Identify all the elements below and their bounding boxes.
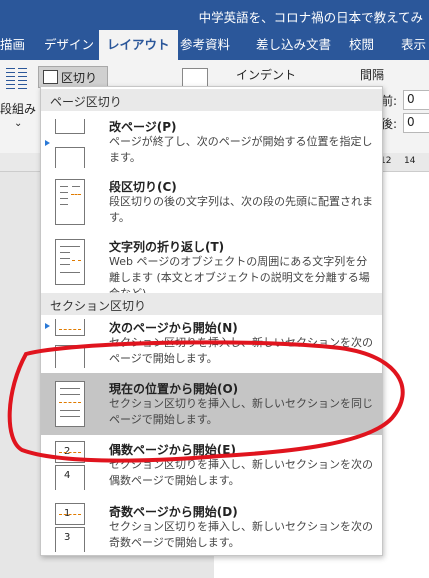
breaks-icon: [43, 70, 58, 84]
ruler-tick: 14: [404, 156, 416, 166]
menu-item-continuous[interactable]: 現在の位置から開始(O) セクション区切りを挿入し、新しいセクションを同じページ…: [41, 373, 382, 435]
marker-icon: [45, 140, 50, 146]
menu-item-title: 奇数ページから開始(D): [109, 505, 238, 519]
menu-item-title: 偶数ページから開始(E): [109, 443, 236, 457]
indent-label: インデント: [236, 68, 297, 82]
menu-item-page-break[interactable]: 改ページ(P) ページが終了し、次のページが開始する位置を指定します。: [41, 113, 382, 171]
menu-item-desc: セクション区切りを挿入し、新しいセクションを次の奇数ページで開始します。: [109, 520, 373, 549]
title-bar: 中学英語を、コロナ禍の日本で教えてみ: [0, 0, 429, 30]
even-page-icon: 2: [55, 441, 85, 463]
odd-page-icon: 1: [55, 503, 85, 525]
tab-review[interactable]: 校閲: [349, 30, 374, 60]
menu-item-title: 改ページ(P): [109, 120, 177, 134]
tab-mailings[interactable]: 差し込み文書: [256, 30, 331, 60]
next-page-icon-lower: [55, 345, 85, 368]
menu-item-desc: セクション区切りを挿入し、新しいセクションを次の偶数ページで開始します。: [109, 458, 373, 487]
menu-item-title: 段区切り(C): [109, 180, 177, 194]
window-title: 中学英語を、コロナ禍の日本で教えてみ: [198, 10, 423, 25]
tab-view[interactable]: 表示: [401, 30, 426, 60]
before-label: 前:: [381, 94, 398, 108]
continuous-icon: [55, 381, 85, 427]
menu-item-title: 文字列の折り返し(T): [109, 240, 225, 254]
before-spacing-input[interactable]: 0: [403, 90, 429, 110]
section-breaks-header: セクション区切り: [41, 293, 382, 315]
menu-item-next-page[interactable]: 次のページから開始(N) セクション区切りを挿入し、新しいセクションを次のページ…: [41, 315, 382, 371]
menu-item-even-page[interactable]: 2 4 偶数ページから開始(E) セクション区切りを挿入し、新しいセクションを次…: [41, 437, 382, 495]
column-break-icon: [55, 179, 85, 225]
menu-item-odd-page[interactable]: 1 3 奇数ページから開始(D) セクション区切りを挿入し、新しいセクションを次…: [41, 497, 382, 555]
page-break-icon: [55, 119, 85, 134]
after-spacing-input[interactable]: 0: [403, 113, 429, 133]
menu-item-desc: セクション区切りを挿入し、新しいセクションを次のページで開始します。: [109, 336, 373, 365]
breaks-menu: ページ区切り 改ページ(P) ページが終了し、次のページが開始する位置を指定しま…: [40, 86, 383, 556]
columns-icon[interactable]: [6, 68, 28, 92]
menu-item-title: 次のページから開始(N): [109, 321, 238, 335]
odd-page-icon-lower: 3: [55, 527, 85, 552]
menu-item-desc: 段区切りの後の文字列は、次の段の先頭に配置されます。: [109, 195, 373, 224]
even-page-icon-lower: 4: [55, 465, 85, 490]
next-page-icon: [55, 319, 85, 336]
text-wrapping-icon: [55, 239, 85, 285]
after-label: 後:: [381, 117, 398, 131]
menu-item-desc: セクション区切りを挿入し、新しいセクションを同じページで開始します。: [109, 397, 373, 426]
menu-item-title: 現在の位置から開始(O): [109, 382, 239, 396]
menu-item-text-wrapping[interactable]: 文字列の折り返し(T) Web ページのオブジェクトの周囲にある文字列を分離しま…: [41, 233, 382, 300]
spacing-label: 間隔: [360, 68, 385, 82]
tab-draw[interactable]: 描画: [0, 30, 25, 60]
ribbon-tabs: 描画 デザイン レイアウト 参考資料 差し込み文書 校閲 表示: [0, 30, 429, 60]
page-break-icon-lower: [55, 147, 85, 168]
menu-item-column-break[interactable]: 段区切り(C) 段区切りの後の文字列は、次の段の先頭に配置されます。: [41, 173, 382, 233]
columns-label[interactable]: 段組み: [0, 100, 36, 117]
marker-icon: [45, 323, 50, 329]
tab-design[interactable]: デザイン: [44, 30, 94, 60]
tab-layout[interactable]: レイアウト: [99, 30, 178, 60]
breaks-button[interactable]: 区切り ⌄: [38, 66, 108, 100]
chevron-down-icon[interactable]: ⌄: [14, 118, 22, 129]
tab-references[interactable]: 参考資料: [180, 30, 230, 60]
menu-item-desc: ページが終了し、次のページが開始する位置を指定します。: [109, 135, 373, 164]
page-breaks-header: ページ区切り: [41, 89, 382, 111]
